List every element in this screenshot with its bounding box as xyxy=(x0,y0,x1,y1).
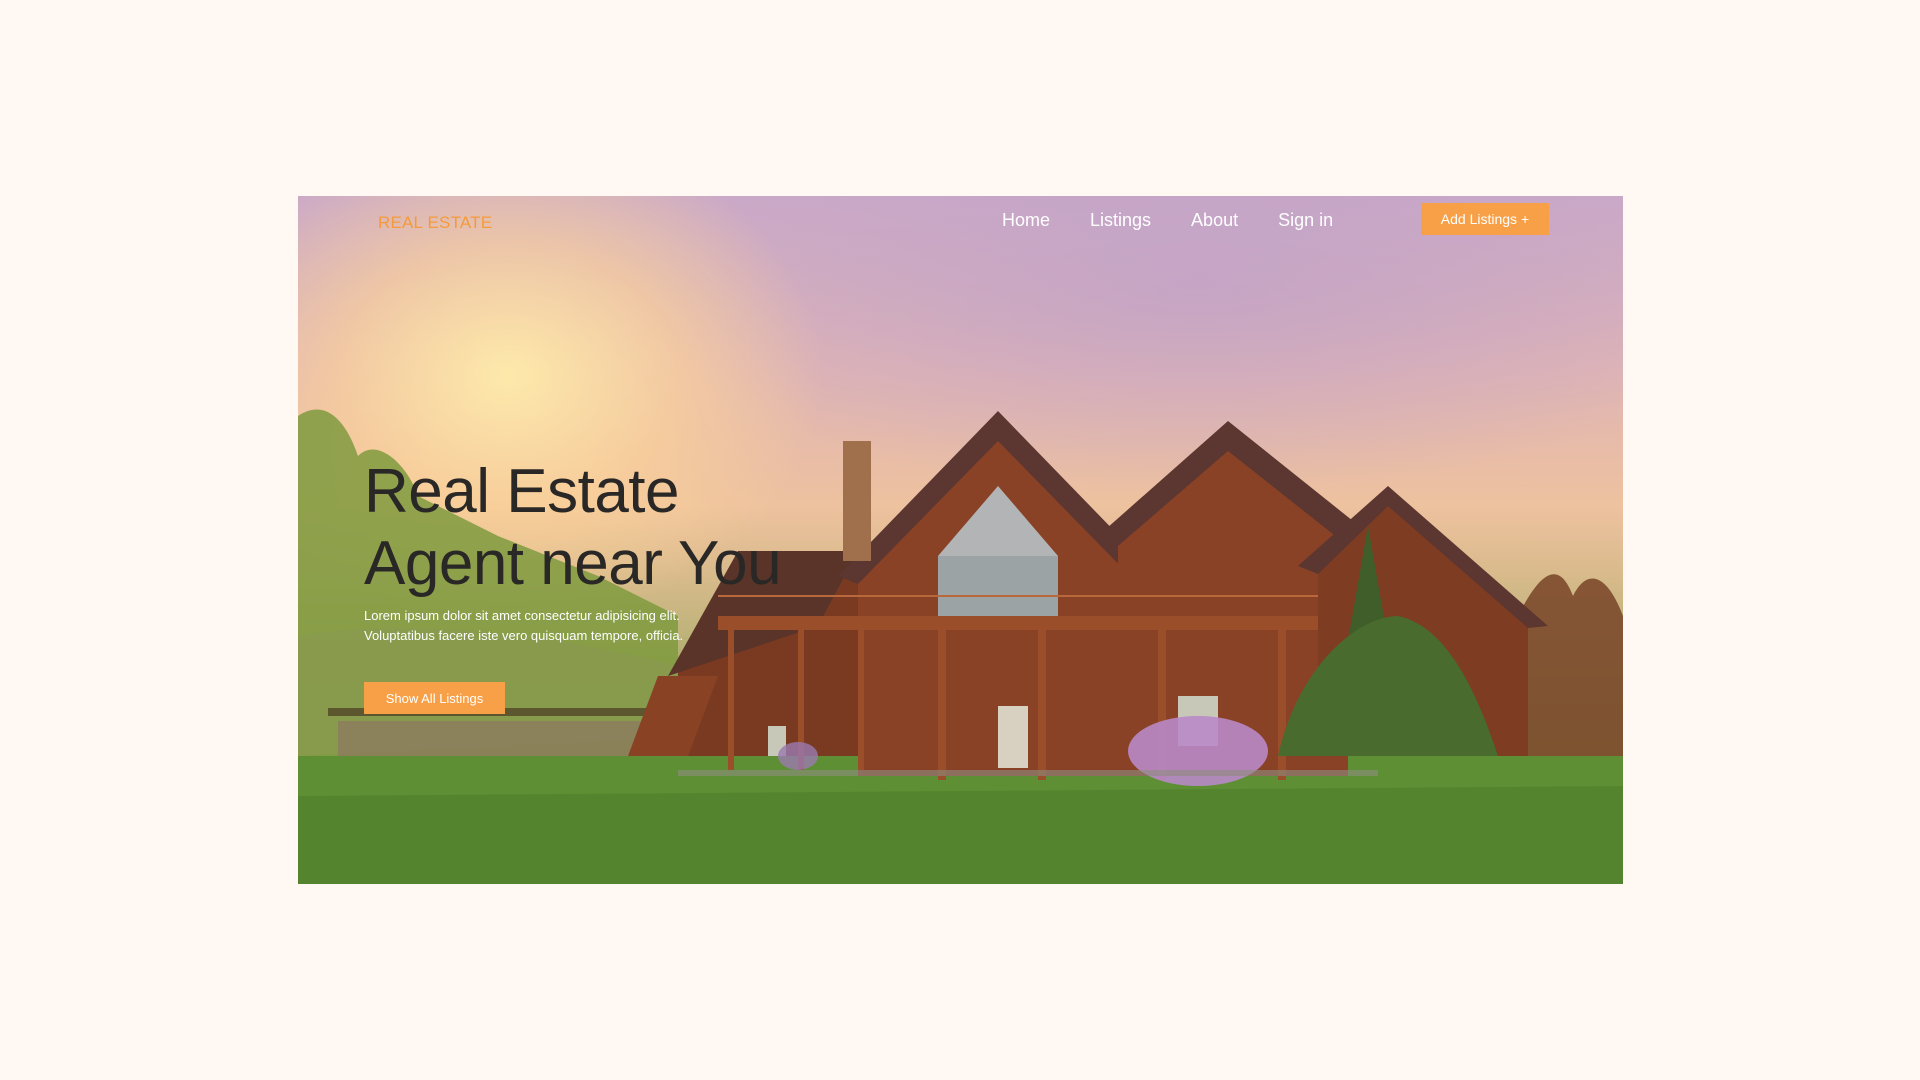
show-all-listings-button[interactable]: Show All Listings xyxy=(364,682,505,714)
plus-icon: + xyxy=(1521,211,1530,227)
add-listings-button[interactable]: Add Listings + xyxy=(1421,203,1549,235)
add-listings-label: Add Listings xyxy=(1440,211,1518,227)
logo[interactable]: REAL ESTATE xyxy=(378,213,492,233)
nav-link-listings[interactable]: Listings xyxy=(1090,210,1151,231)
nav-link-sign-in[interactable]: Sign in xyxy=(1278,210,1333,231)
hero-subtitle-line1: Lorem ipsum dolor sit amet consectetur a… xyxy=(364,608,680,623)
top-navbar: REAL ESTATE Home Listings About Sign in … xyxy=(298,196,1623,256)
nav-link-about[interactable]: About xyxy=(1191,210,1238,231)
nav-link-home[interactable]: Home xyxy=(1002,210,1050,231)
lawn-shade xyxy=(298,786,1623,884)
hero-title-line2: Agent near You xyxy=(364,529,782,598)
hero-title-line1: Real Estate xyxy=(364,457,680,526)
nav-links: Home Listings About Sign in xyxy=(1002,210,1333,231)
page: REAL ESTATE Home Listings About Sign in … xyxy=(0,0,1920,1080)
hero-title: Real Estate Agent near You xyxy=(364,456,782,600)
hero-subtitle: Lorem ipsum dolor sit amet consectetur a… xyxy=(364,606,724,646)
hero-subtitle-line2: Voluptatibus facere iste vero quisquam t… xyxy=(364,628,684,643)
hero-section: REAL ESTATE Home Listings About Sign in … xyxy=(298,196,1623,884)
